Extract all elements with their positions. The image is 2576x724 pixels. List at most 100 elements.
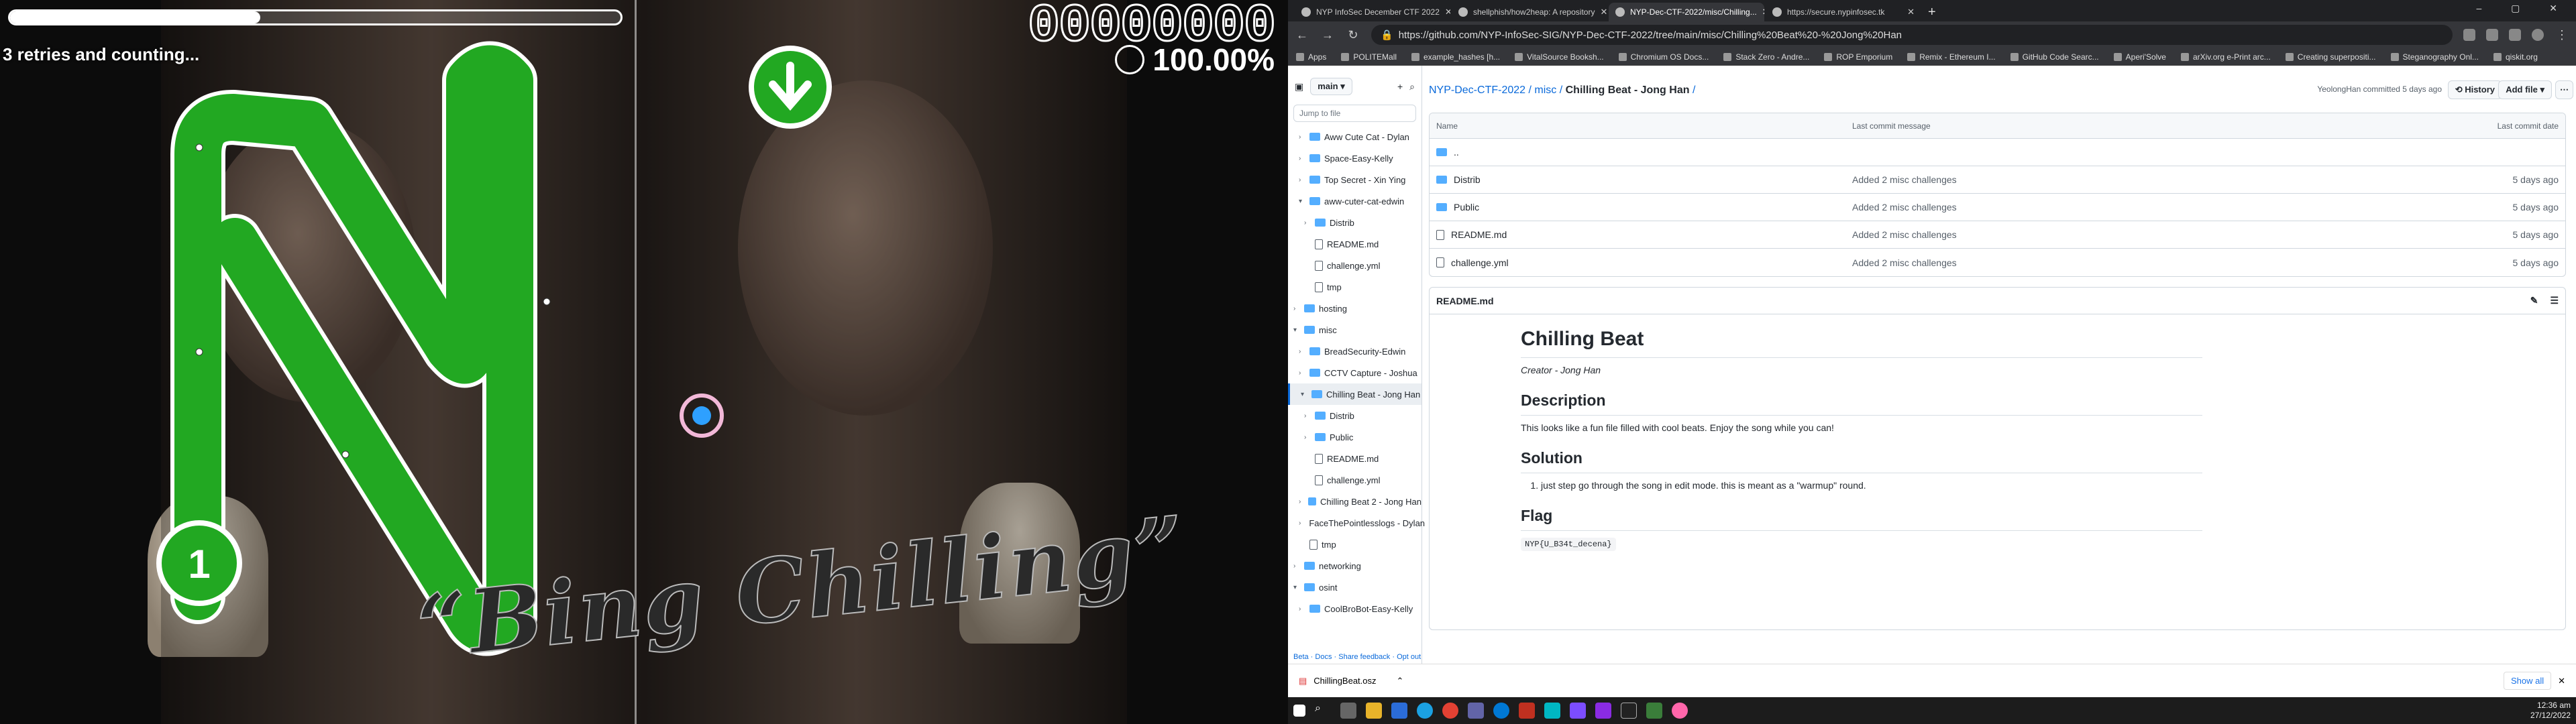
chevron-icon[interactable]: › [1299,498,1304,505]
app-icon[interactable] [1646,703,1662,719]
bookmark-item[interactable]: VitalSource Booksh... [1515,52,1604,62]
tree-item[interactable]: tmp [1288,534,1421,555]
tree-item[interactable]: ▾ misc [1288,319,1421,341]
tree-item[interactable]: › CCTV Capture - Joshua [1288,362,1421,383]
file-name[interactable]: .. [1454,147,1459,158]
search-icon[interactable]: ⌕ [1409,81,1415,93]
tree-item[interactable]: › Public [1288,426,1421,448]
app-icon[interactable] [1570,703,1586,719]
bookmark-item[interactable]: GitHub Code Searc... [2010,52,2099,62]
tree-item[interactable]: ▾ osint [1288,577,1421,598]
browser-tab[interactable]: NYP InfoSec December CTF 2022 ✕ [1295,3,1450,21]
extension-icon[interactable] [2486,29,2498,41]
outline-icon[interactable]: ☰ [2550,295,2559,306]
file-row[interactable]: Distrib Added 2 misc challenges 5 days ago [1430,166,2565,194]
menu-icon[interactable]: ⋮ [2555,28,2569,42]
file-name[interactable]: Distrib [1454,174,1481,185]
chevron-icon[interactable]: › [1299,133,1305,141]
app-icon[interactable] [1519,703,1535,719]
commit-message[interactable]: Added 2 misc challenges [1852,229,2424,240]
tree-item[interactable]: › Top Secret - Xin Ying [1288,169,1421,190]
forward-icon[interactable]: → [1320,28,1335,42]
profile-avatar[interactable] [2532,29,2544,41]
more-options-button[interactable]: ⋯ [2555,80,2573,99]
window-controls[interactable]: – ▢ ✕ [2476,3,2571,14]
file-explorer-icon[interactable] [1366,703,1382,719]
jump-to-file-input[interactable]: Jump to file [1293,105,1416,122]
chrome-icon[interactable] [1442,703,1458,719]
chevron-icon[interactable]: › [1299,369,1305,377]
edit-icon[interactable]: ✎ [2530,295,2538,306]
file-row[interactable]: Public Added 2 misc challenges 5 days ago [1430,194,2565,221]
close-tab-icon[interactable]: ✕ [1600,7,1607,17]
close-icon[interactable]: ✕ [2558,676,2565,686]
chevron-icon[interactable]: ▾ [1299,198,1305,205]
app-icon[interactable] [1493,703,1509,719]
latest-commit-info[interactable]: YeolongHan committed 5 days ago [2317,84,2442,94]
tree-item[interactable]: README.md [1288,448,1421,469]
close-tab-icon[interactable]: ✕ [1762,7,1764,17]
terminal-icon[interactable] [1621,703,1637,719]
chevron-icon[interactable]: › [1304,434,1311,441]
commit-message[interactable]: Added 2 misc challenges [1852,202,2424,213]
chevron-icon[interactable]: › [1304,219,1311,227]
tree-item[interactable]: challenge.yml [1288,255,1421,276]
commit-message[interactable]: Added 2 misc challenges [1852,257,2424,268]
chevron-icon[interactable]: ▾ [1293,326,1300,334]
chevron-icon[interactable]: › [1299,520,1301,527]
tree-item[interactable]: › networking [1288,555,1421,577]
task-view-icon[interactable] [1340,703,1356,719]
tree-item[interactable]: README.md [1288,233,1421,255]
chevron-icon[interactable]: › [1304,412,1311,420]
bookmark-item[interactable]: Stack Zero - Andre... [1723,52,1809,62]
chevron-icon[interactable]: › [1299,348,1305,355]
branch-selector[interactable]: main ▾ [1310,78,1352,95]
add-file-button[interactable]: Add file ▾ [2498,80,2552,99]
file-name[interactable]: README.md [1451,229,1507,240]
bookmark-item[interactable]: Apps [1296,52,1326,62]
tree-item[interactable]: › Distrib [1288,405,1421,426]
new-tab-button[interactable]: + [1923,3,1941,21]
tree-item[interactable]: ▾ aww-cuter-cat-edwin [1288,190,1421,212]
back-icon[interactable]: ← [1295,28,1309,42]
bookmark-item[interactable]: Chromium OS Docs... [1618,52,1709,62]
close-tab-icon[interactable]: ✕ [1445,7,1450,17]
beta-links[interactable]: Beta · Docs · Share feedback · Opt out [1293,653,1421,661]
taskbar-clock[interactable]: 12:36 am 27/12/2022 [2530,701,2571,721]
bookmark-item[interactable]: qiskit.org [2493,52,2538,62]
chevron-icon[interactable]: › [1293,305,1300,312]
file-row[interactable]: .. [1430,139,2565,166]
extension-icon[interactable] [2509,29,2521,41]
commit-message[interactable]: Added 2 misc challenges [1852,174,2424,185]
start-icon[interactable] [1293,705,1305,717]
tree-item[interactable]: › BreadSecurity-Edwin [1288,341,1421,362]
app-icon[interactable] [1595,703,1611,719]
address-bar[interactable]: 🔒 https://github.com/NYP-InfoSec-SIG/NYP… [1371,25,2453,45]
osu-icon[interactable] [1672,703,1688,719]
show-all-button[interactable]: Show all [2503,672,2552,690]
tree-item[interactable]: › Chilling Beat 2 - Jong Han [1288,491,1421,512]
bookmark-item[interactable]: Steganography Onl... [2390,52,2479,62]
browser-tab[interactable]: NYP-Dec-CTF-2022/misc/Chilling...✕ [1609,3,1764,21]
bookmark-item[interactable]: Remix - Ethereum I... [1907,52,1996,62]
search-icon[interactable]: ⌕ [1315,703,1331,719]
file-name[interactable]: Public [1454,202,1479,213]
chevron-icon[interactable]: › [1299,155,1305,162]
chevron-icon[interactable]: ▾ [1293,584,1300,591]
browser-tab[interactable]: https://secure.nypinfosec.tk ✕ [1766,3,1921,21]
chevron-icon[interactable]: › [1299,605,1305,613]
breadcrumb-misc[interactable]: misc [1534,84,1556,96]
browser-tab[interactable]: shellphish/how2heap: A repository ✕ [1452,3,1607,21]
hit-circle[interactable]: 1 [156,520,242,606]
teams-icon[interactable] [1468,703,1484,719]
file-name[interactable]: challenge.yml [1451,257,1509,268]
file-row[interactable]: challenge.yml Added 2 misc challenges 5 da… [1430,249,2565,276]
osu-game-window[interactable]: 1 3 retries and counting... 00000000 100… [0,0,1288,724]
file-row[interactable]: README.md Added 2 misc challenges 5 days a… [1430,221,2565,249]
tree-item[interactable]: › Space-Easy-Kelly [1288,147,1421,169]
bookmark-item[interactable]: Aperi'Solve [2113,52,2166,62]
bookmark-item[interactable]: POLITEMall [1341,52,1397,62]
bookmark-item[interactable]: arXiv.org e-Print arc... [2180,52,2271,62]
tree-item[interactable]: › FaceThePointlesslogs - Dylan [1288,512,1425,534]
add-file-icon[interactable]: + [1397,81,1403,92]
